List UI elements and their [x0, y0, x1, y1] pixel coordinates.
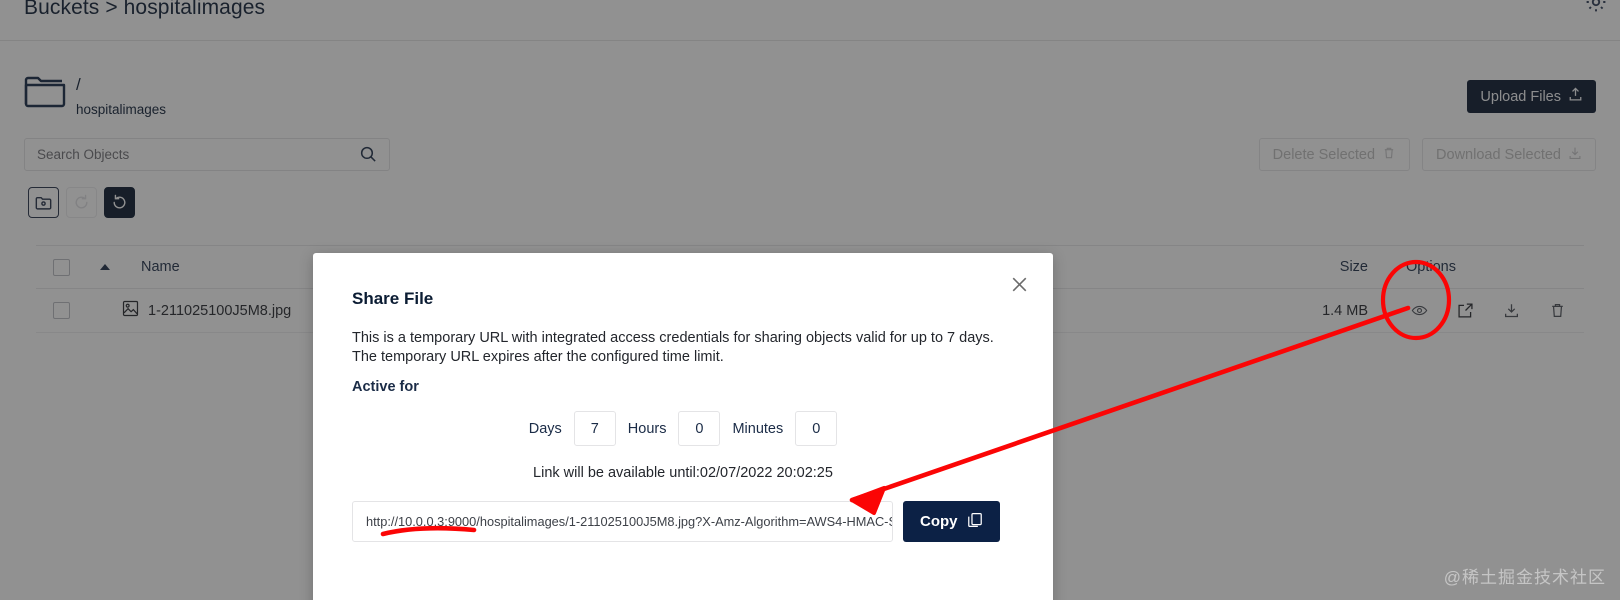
close-icon[interactable] — [1005, 270, 1033, 298]
minutes-label: Minutes — [732, 420, 784, 437]
copy-button-label: Copy — [920, 513, 958, 530]
dialog-description: This is a temporary URL with integrated … — [352, 329, 1012, 367]
active-for-label: Active for — [352, 379, 419, 395]
days-input[interactable]: 7 — [573, 411, 616, 446]
share-file-dialog: Share File This is a temporary URL with … — [313, 253, 1053, 600]
copy-button[interactable]: Copy — [903, 501, 1000, 542]
duration-row: Days 7 Hours 0 Minutes 0 — [313, 411, 1053, 446]
minutes-input[interactable]: 0 — [795, 411, 838, 446]
copy-icon — [967, 512, 983, 532]
link-expiry-text: Link will be available until:02/07/2022 … — [533, 465, 833, 481]
days-label: Days — [528, 420, 562, 437]
dialog-description-line1: This is a temporary URL with integrated … — [352, 330, 994, 346]
hours-input[interactable]: 0 — [678, 411, 721, 446]
dialog-title: Share File — [352, 289, 434, 308]
watermark: @稀土掘金技术社区 — [1443, 568, 1606, 587]
app-root: Buckets > hospitalimages / hospitalimage… — [0, 0, 1620, 600]
hours-label: Hours — [627, 420, 667, 437]
dialog-description-line2: The temporary URL expires after the conf… — [352, 349, 724, 365]
share-url-row: http://10.0.0.3:9000/hospitalimages/1-21… — [352, 501, 1000, 542]
share-url-input[interactable]: http://10.0.0.3:9000/hospitalimages/1-21… — [352, 501, 893, 542]
